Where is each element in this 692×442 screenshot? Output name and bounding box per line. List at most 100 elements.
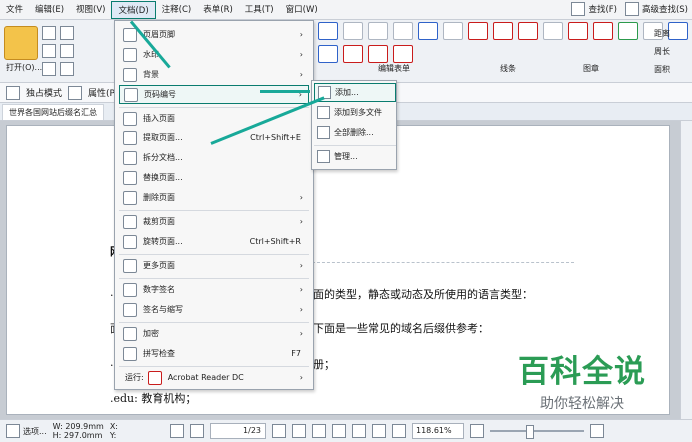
- next-page-icon[interactable]: [272, 424, 286, 438]
- menu-item-spell-check[interactable]: 拼写检查 F7: [119, 344, 309, 363]
- page-line-1: 面的类型，静态或动态及所使用的语言类型：: [313, 288, 533, 301]
- menu-file[interactable]: 文件: [0, 1, 29, 19]
- submenu-arrow-icon: ›: [299, 305, 303, 314]
- menu-window[interactable]: 窗口(W): [280, 1, 324, 19]
- more-pages-icon: [123, 258, 137, 273]
- distance-label[interactable]: 距离: [654, 28, 670, 39]
- prev-page-icon[interactable]: [190, 424, 204, 438]
- edit-form-label[interactable]: 编辑表单: [378, 63, 410, 74]
- menu-item-more-pages[interactable]: 更多页面 ›: [119, 256, 309, 275]
- menu-edit[interactable]: 编辑(E): [29, 1, 70, 19]
- last-page-icon[interactable]: [292, 424, 306, 438]
- rectangle-icon[interactable]: [368, 45, 388, 63]
- exclusive-mode-icon: [6, 85, 20, 100]
- zoom-input[interactable]: 118.61%: [412, 423, 464, 439]
- menu-item-page-numbering[interactable]: 页码编号 ›: [119, 85, 309, 104]
- find-button[interactable]: 查找(F): [571, 2, 617, 16]
- stamp-label[interactable]: 图章: [583, 63, 599, 74]
- continuous-icon[interactable]: [372, 424, 386, 438]
- save-icon[interactable]: [42, 26, 56, 40]
- arrow-icon[interactable]: [493, 22, 513, 40]
- cursor-y: Y:: [109, 431, 117, 440]
- rotate-pages-icon: [123, 234, 137, 249]
- first-page-icon[interactable]: [170, 424, 184, 438]
- single-page-icon[interactable]: [352, 424, 366, 438]
- forward-icon[interactable]: [332, 424, 346, 438]
- distance-icon[interactable]: [568, 22, 588, 40]
- form-field-icon[interactable]: [368, 22, 388, 40]
- submenu-arrow-icon: ›: [299, 261, 303, 270]
- menu-separator: [119, 322, 309, 323]
- submenu-arrow-icon: ›: [299, 30, 303, 39]
- perimeter-label[interactable]: 周长: [654, 46, 670, 57]
- zoom-out-icon[interactable]: [470, 424, 484, 438]
- digital-signature-icon: [123, 282, 137, 297]
- menu-item-split-document[interactable]: 拆分文档...: [119, 148, 309, 167]
- new-doc-icon[interactable]: [60, 62, 74, 76]
- menu-item-crop-pages[interactable]: 裁剪页面 ›: [119, 212, 309, 231]
- menu-tools[interactable]: 工具(T): [239, 1, 280, 19]
- menu-item-extract-pages[interactable]: 提取页面... Ctrl+Shift+E: [119, 128, 309, 147]
- submenu-item-add-multiple[interactable]: 添加到多文件: [314, 103, 396, 122]
- undo-icon[interactable]: [42, 62, 56, 76]
- page-number-input[interactable]: 1/23: [210, 423, 266, 439]
- lines-label[interactable]: 线条: [500, 63, 516, 74]
- menu-item-replace-pages[interactable]: 替换页面...: [119, 168, 309, 187]
- menu-item-digital-signature[interactable]: 数字签名 ›: [119, 280, 309, 299]
- menu-item-sign-initials[interactable]: 签名与缩写 ›: [119, 300, 309, 319]
- zoom-in-icon[interactable]: [318, 22, 338, 40]
- submenu-item-add[interactable]: 添加...: [314, 83, 396, 102]
- link-tool-icon[interactable]: [443, 22, 463, 40]
- add-page-icon[interactable]: [343, 22, 363, 40]
- underline-icon[interactable]: [668, 22, 688, 40]
- menu-item-run-app[interactable]: 运行: Acrobat Reader DC ›: [119, 368, 309, 387]
- document-menu: 页眉页脚 › 水印 › 背景 › 页码编号 › 插入页面 提取页面... Ctr…: [114, 20, 314, 390]
- spell-check-icon: [123, 346, 137, 361]
- menu-document[interactable]: 文档(D): [111, 0, 156, 19]
- menu-item-background[interactable]: 背景 ›: [119, 65, 309, 84]
- properties-icon: [68, 85, 83, 100]
- menu-item-watermark[interactable]: 水印 ›: [119, 45, 309, 64]
- menu-item-encrypt[interactable]: 加密 ›: [119, 324, 309, 343]
- advanced-find-button[interactable]: 高级查找(S): [624, 2, 688, 16]
- document-tab[interactable]: 世界各国网站后缀名汇总: [2, 104, 104, 120]
- audio-icon[interactable]: [318, 45, 338, 63]
- exclusive-mode-button[interactable]: 独占模式: [26, 86, 62, 99]
- open-label[interactable]: 打开(O)...: [6, 62, 42, 73]
- scan-icon[interactable]: [60, 44, 74, 58]
- submenu-item-delete-all[interactable]: 全部删除...: [314, 123, 396, 142]
- ellipse-icon[interactable]: [343, 45, 363, 63]
- print-icon[interactable]: [42, 44, 56, 58]
- stamp-icon[interactable]: [543, 22, 563, 40]
- text-field-icon[interactable]: [393, 22, 413, 40]
- menu-item-rotate-pages[interactable]: 旋转页面... Ctrl+Shift+R: [119, 232, 309, 251]
- zoom-slider[interactable]: [490, 425, 584, 439]
- menu-comments[interactable]: 注释(C): [156, 1, 198, 19]
- line-icon[interactable]: [468, 22, 488, 40]
- facing-icon[interactable]: [392, 424, 406, 438]
- area-icon[interactable]: [393, 45, 413, 63]
- mail-icon[interactable]: [60, 26, 74, 40]
- encrypt-icon: [123, 326, 137, 341]
- options-button[interactable]: 选项...: [6, 424, 47, 438]
- page-line-4: .edu: 教育机构；: [110, 392, 197, 405]
- submenu-item-manage[interactable]: 管理...: [314, 147, 396, 166]
- menu-item-delete-pages[interactable]: 删除页面 ›: [119, 188, 309, 207]
- menu-item-insert-page[interactable]: 插入页面: [119, 109, 309, 128]
- menu-forms[interactable]: 表单(R): [197, 1, 239, 19]
- dashed-rule: [312, 262, 574, 263]
- polygon-icon[interactable]: [518, 22, 538, 40]
- rotate-icon[interactable]: [618, 22, 638, 40]
- split-document-icon: [123, 150, 137, 165]
- area-label[interactable]: 面积: [654, 64, 670, 75]
- annotation-arrow-3: [260, 90, 310, 93]
- back-icon[interactable]: [312, 424, 326, 438]
- menu-view[interactable]: 视图(V): [70, 1, 111, 19]
- watermark: 百科全说 助你轻松解决: [512, 346, 652, 413]
- zoom-in-status-icon[interactable]: [590, 424, 604, 438]
- perimeter-icon[interactable]: [593, 22, 613, 40]
- sign-initials-icon: [123, 302, 137, 317]
- text-tool-icon[interactable]: [418, 22, 438, 40]
- open-folder-icon[interactable]: [4, 26, 38, 60]
- vertical-scrollbar[interactable]: [680, 121, 692, 419]
